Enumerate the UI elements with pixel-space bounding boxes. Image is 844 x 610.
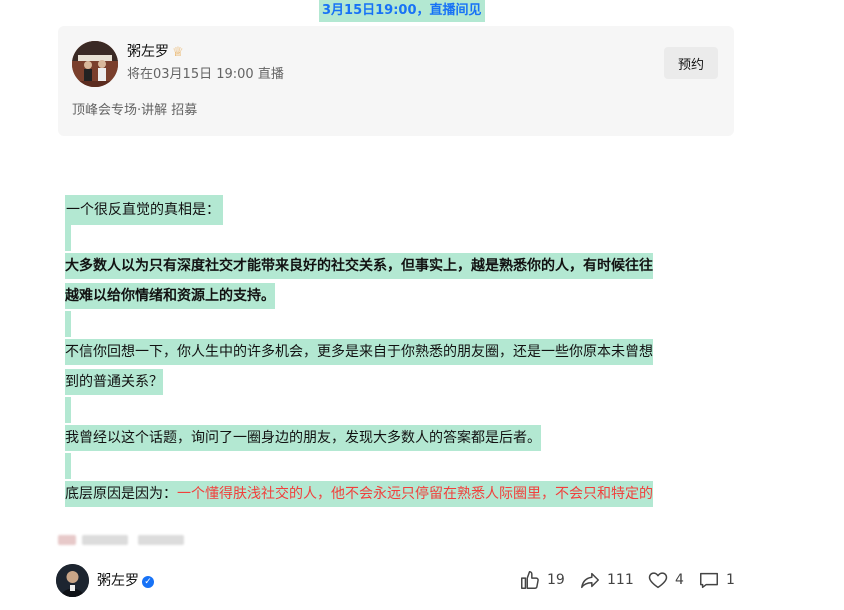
paragraph-2-line-2: 越难以给你情绪和资源上的支持。 <box>65 283 275 309</box>
live-author-name-text: 粥左罗 <box>127 44 169 60</box>
footer-author-name[interactable]: 粥左罗 ✓ <box>97 572 154 590</box>
live-reservation-card[interactable]: 粥左罗 ♕ 将在03月15日 19:00 直播 预约 顶峰会专场·讲解 招募 <box>58 26 734 136</box>
like-count: 19 <box>547 572 565 588</box>
comment-button[interactable]: 1 <box>698 569 735 591</box>
paragraph-3: 不信你回想一下，你人生中的许多机会，更多是来自于你熟悉的朋友圈，还是一些你原本未… <box>65 337 733 397</box>
footer-author-avatar[interactable] <box>56 564 89 597</box>
thumbs-up-icon <box>521 571 539 589</box>
highlight-gap <box>65 225 71 251</box>
author-avatar[interactable] <box>72 41 118 87</box>
paragraph-2-line-1: 大多数人以为只有深度社交才能带来良好的社交关系，但事实上，越是熟悉你的人，有时候… <box>65 253 653 279</box>
live-banner[interactable]: 3月15日19:00，直播间见 <box>319 0 485 22</box>
highlight-gap <box>65 397 71 423</box>
reserve-button[interactable]: 预约 <box>664 47 718 79</box>
article-body: 一个很反直觉的真相是： 大多数人以为只有深度社交才能带来良好的社交关系，但事实上… <box>65 195 733 509</box>
like-button[interactable]: 19 <box>519 569 565 591</box>
highlight-gap <box>65 453 71 479</box>
paragraph-3-line-2: 到的普通关系？ <box>65 369 163 395</box>
crown-badge-icon: ♕ <box>172 45 184 60</box>
paragraph-2: 大多数人以为只有深度社交才能带来良好的社交关系，但事实上，越是熟悉你的人，有时候… <box>65 251 733 311</box>
live-tags: 顶峰会专场·讲解 招募 <box>72 103 198 118</box>
comment-count: 1 <box>726 572 735 588</box>
paragraph-4: 我曾经以这个话题，询问了一圈身边的朋友，发现大多数人的答案都是后者。 <box>65 423 733 453</box>
share-count: 111 <box>607 572 634 588</box>
comment-bubble-icon <box>700 572 718 589</box>
heart-icon <box>648 572 668 589</box>
live-author-name[interactable]: 粥左罗 ♕ <box>127 43 184 62</box>
paragraph-4-text: 我曾经以这个话题，询问了一圈身边的朋友，发现大多数人的答案都是后者。 <box>65 425 541 451</box>
highlight-gap <box>65 311 71 337</box>
footer-avatar-photo <box>56 564 89 597</box>
paragraph-5: 底层原因是因为：一个懂得肤浅社交的人，他不会永远只停留在熟悉人际圈里，不会只和特… <box>65 479 733 509</box>
share-arrow-icon <box>581 572 599 589</box>
favorite-button[interactable]: 4 <box>647 569 684 591</box>
live-schedule: 将在03月15日 19:00 直播 <box>127 67 284 82</box>
paragraph-5-red-text: 一个懂得肤浅社交的人，他不会永远只停留在熟悉人际圈里，不会只和特定的 <box>177 481 653 507</box>
paragraph-1: 一个很反直觉的真相是： <box>65 195 223 225</box>
paragraph-5-prefix: 底层原因是因为： <box>65 481 177 507</box>
footer-author-name-text: 粥左罗 <box>97 573 139 589</box>
favorite-count: 4 <box>675 572 684 588</box>
share-button[interactable]: 111 <box>579 569 634 591</box>
paragraph-3-line-1: 不信你回想一下，你人生中的许多机会，更多是来自于你熟悉的朋友圈，还是一些你原本未… <box>65 339 653 365</box>
verified-check-icon: ✓ <box>142 576 154 588</box>
avatar-photo <box>72 41 118 87</box>
content-fade-mask <box>0 508 844 528</box>
